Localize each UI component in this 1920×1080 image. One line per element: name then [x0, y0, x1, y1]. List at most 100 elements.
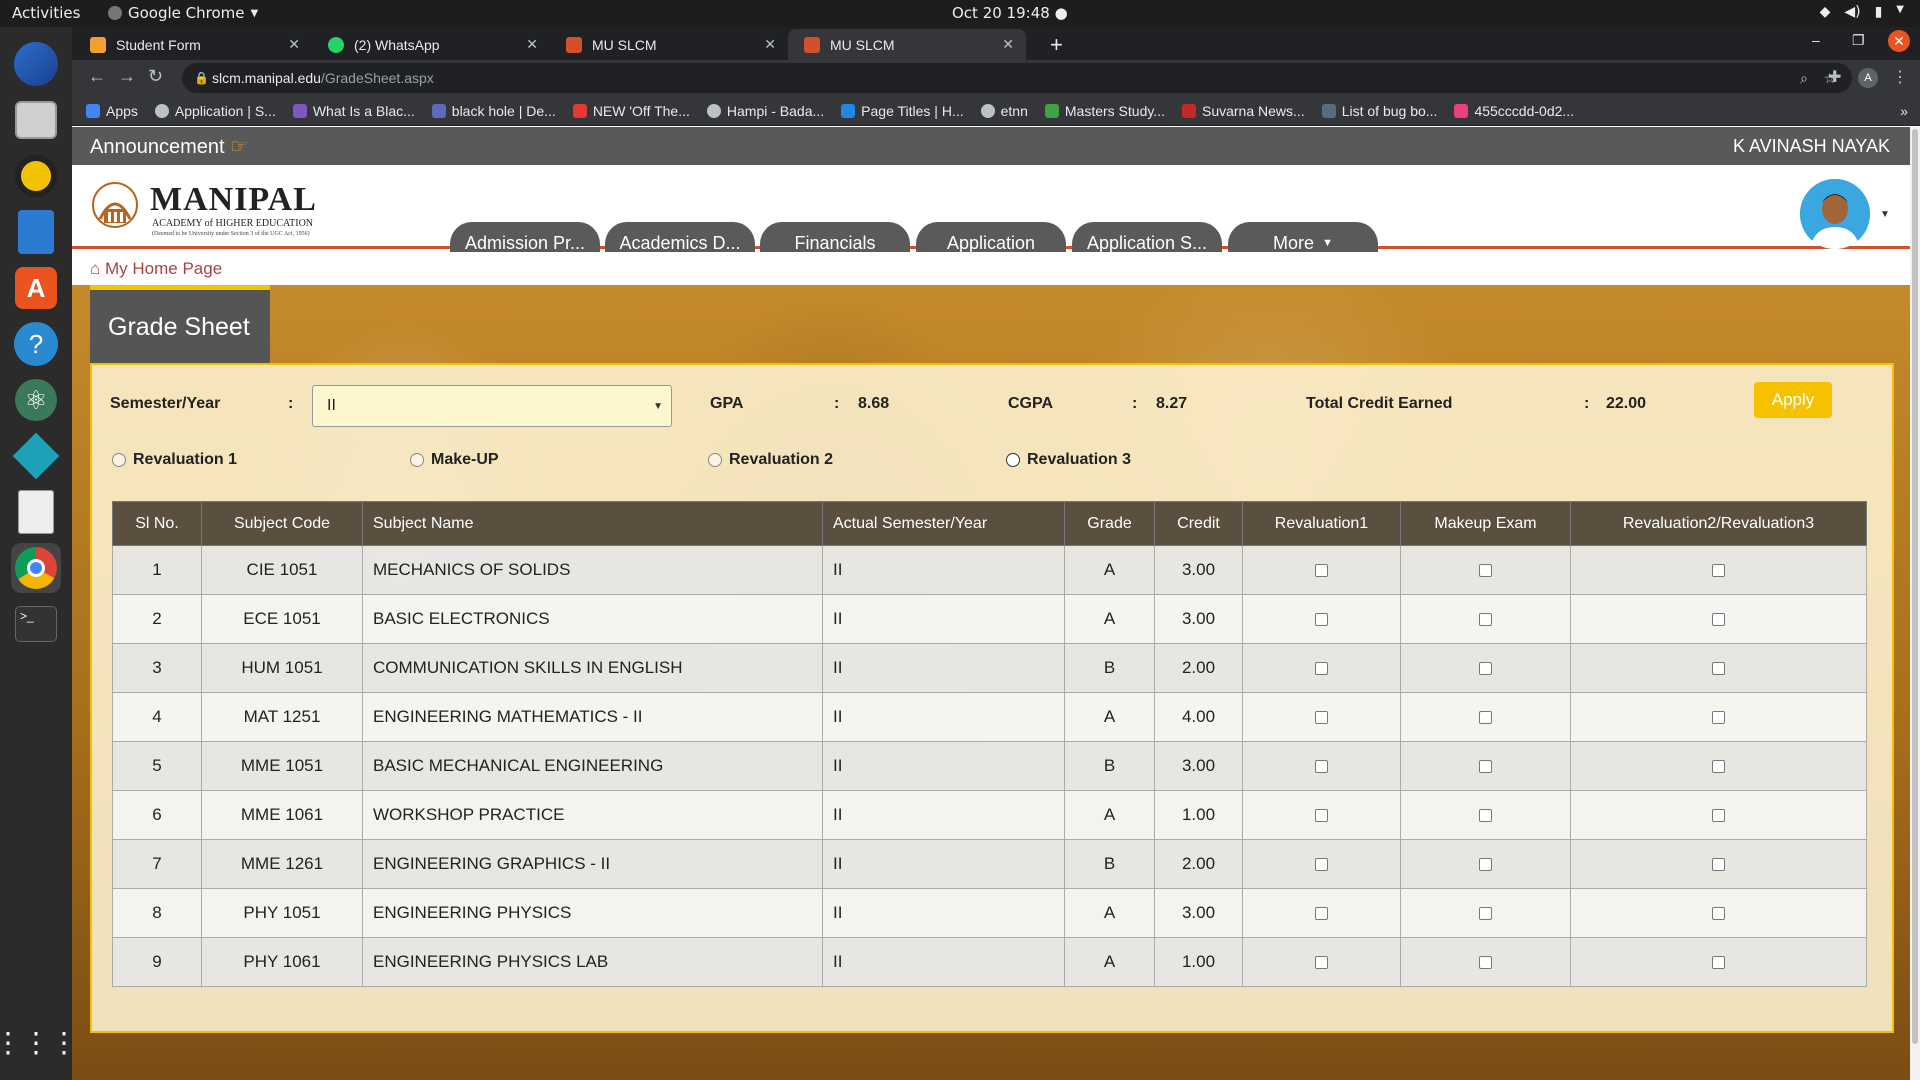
bookmark-item[interactable]: Suvarna News... — [1181, 103, 1305, 119]
revaluation1-checkbox[interactable] — [1315, 613, 1328, 627]
menu-dots-icon[interactable]: ⋮ — [1892, 67, 1908, 87]
activities-button[interactable]: Activities — [12, 4, 80, 22]
new-tab-icon[interactable]: + — [1050, 32, 1063, 58]
radio-revaluation-2[interactable]: Revaluation 2 — [708, 451, 833, 469]
close-window-icon[interactable]: ✕ — [1888, 30, 1910, 52]
bookmark-item[interactable]: Page Titles | H... — [841, 103, 964, 119]
revaluation1-checkbox[interactable] — [1315, 564, 1328, 578]
credit-cell: 2.00 — [1154, 643, 1243, 693]
bookmark-item[interactable]: black hole | De... — [431, 103, 556, 119]
page-title: Grade Sheet — [90, 285, 270, 363]
software-center-icon[interactable]: A — [11, 263, 61, 313]
terminal-icon[interactable]: >_ — [11, 599, 61, 649]
caret-down-icon[interactable]: ▼ — [1880, 209, 1890, 220]
browser-tab-mu-slcm[interactable]: MU SLCM ✕ — [550, 29, 788, 60]
rhythmbox-icon[interactable] — [11, 151, 61, 201]
revaluation1-checkbox[interactable] — [1315, 662, 1328, 676]
makeup-exam-checkbox[interactable] — [1479, 711, 1492, 725]
address-bar[interactable]: 🔒 slcm.manipal.edu/GradeSheet.aspx ⌕ ☆ — [182, 63, 1852, 93]
bookmark-apps[interactable]: Apps — [86, 103, 138, 119]
radio-make-up[interactable]: Make-UP — [410, 451, 499, 469]
column-header: Grade — [1064, 501, 1155, 546]
zoom-icon[interactable]: ⌕ — [1800, 63, 1808, 93]
close-tab-icon[interactable]: ✕ — [764, 36, 776, 53]
bookmark-item[interactable]: Hampi - Bada... — [706, 103, 824, 119]
makeup-exam-checkbox[interactable] — [1479, 613, 1492, 627]
reload-icon[interactable]: ↻ — [148, 66, 163, 87]
files-icon[interactable] — [11, 95, 61, 145]
bookmark-item[interactable]: 455cccdd-0d2... — [1454, 103, 1574, 119]
revaluation1-checkbox[interactable] — [1315, 711, 1328, 725]
makeup-exam-checkbox[interactable] — [1479, 809, 1492, 823]
bookmark-item[interactable]: NEW 'Off The... — [572, 103, 690, 119]
radio-revaluation-1[interactable]: Revaluation 1 — [112, 451, 237, 469]
bookmark-item[interactable]: Application | S... — [154, 103, 276, 119]
revaluation2-3-checkbox[interactable] — [1712, 564, 1725, 578]
revaluation2-3-checkbox[interactable] — [1712, 613, 1725, 627]
revaluation1-checkbox[interactable] — [1315, 809, 1328, 823]
semester-cell: II — [822, 643, 1065, 693]
forward-icon[interactable]: → — [118, 66, 136, 87]
announcement-link[interactable]: Announcement ☞ — [90, 134, 248, 159]
revaluation1-checkbox[interactable] — [1315, 760, 1328, 774]
system-tray[interactable]: ◆ ◀) ▮ ▼ — [1820, 4, 1904, 20]
atom-icon[interactable]: ⚛ — [11, 375, 61, 425]
app-menu[interactable]: Google Chrome ▼ — [108, 4, 258, 22]
close-tab-icon[interactable]: ✕ — [1002, 36, 1014, 53]
bookmarks-overflow-icon[interactable]: » — [1900, 103, 1908, 119]
makeup-exam-checkbox[interactable] — [1479, 956, 1492, 970]
table-row: 3 HUM 1051 COMMUNICATION SKILLS IN ENGLISH… — [112, 643, 1867, 693]
revaluation2-3-checkbox[interactable] — [1712, 809, 1725, 823]
makeup-exam-checkbox[interactable] — [1479, 564, 1492, 578]
revaluation2-3-checkbox[interactable] — [1712, 711, 1725, 725]
document-viewer-icon[interactable] — [11, 487, 61, 537]
makeup-exam-checkbox[interactable] — [1479, 858, 1492, 872]
scrollbar-thumb[interactable] — [1912, 129, 1918, 1044]
browser-tab-student-form[interactable]: Student Form ✕ — [74, 29, 312, 60]
makeup-exam-checkbox[interactable] — [1479, 907, 1492, 921]
browser-tab-mu-slcm-active[interactable]: MU SLCM ✕ — [788, 29, 1026, 60]
revaluation1-checkbox[interactable] — [1315, 858, 1328, 872]
clock[interactable]: Oct 20 19:48 ● — [952, 4, 1068, 22]
extensions-icon[interactable]: ✚ — [1828, 67, 1841, 87]
revaluation2-3-checkbox[interactable] — [1712, 760, 1725, 774]
manipal-logo[interactable]: MANIPAL ACADEMY of HIGHER EDUCATION (Dee… — [90, 179, 316, 241]
semester-select[interactable]: II ▼ — [312, 385, 672, 427]
radio-revaluation-3[interactable]: Revaluation 3 — [1006, 451, 1131, 469]
close-tab-icon[interactable]: ✕ — [526, 36, 538, 53]
semester-cell: II — [822, 692, 1065, 742]
chrome-icon[interactable] — [11, 543, 61, 593]
makeup-exam-checkbox[interactable] — [1479, 662, 1492, 676]
bookmark-item[interactable]: What Is a Blac... — [292, 103, 415, 119]
makeup-exam-checkbox[interactable] — [1479, 760, 1492, 774]
apps-grid-icon — [86, 103, 100, 118]
semester-cell: II — [822, 839, 1065, 889]
bookmark-item[interactable]: etnn — [980, 103, 1028, 119]
apply-button[interactable]: Apply — [1754, 382, 1832, 418]
thunderbird-icon[interactable] — [11, 39, 61, 89]
help-icon[interactable]: ? — [11, 319, 61, 369]
cube-app-icon[interactable] — [11, 431, 61, 481]
page-scrollbar[interactable] — [1910, 127, 1920, 1080]
browser-tab-whatsapp[interactable]: (2) WhatsApp ✕ — [312, 29, 550, 60]
avatar[interactable] — [1800, 179, 1870, 249]
minimize-icon[interactable]: – — [1812, 32, 1820, 48]
semester-cell: II — [822, 888, 1065, 938]
bookmark-item[interactable]: Masters Study... — [1044, 103, 1165, 119]
bookmark-item[interactable]: List of bug bo... — [1321, 103, 1437, 119]
revaluation2-3-checkbox[interactable] — [1712, 907, 1725, 921]
revaluation1-checkbox[interactable] — [1315, 907, 1328, 921]
restore-icon[interactable]: ❐ — [1852, 32, 1865, 49]
home-link[interactable]: ⌂ My Home Page — [90, 259, 222, 279]
revaluation1-checkbox[interactable] — [1315, 956, 1328, 970]
grade-cell: B — [1064, 839, 1155, 889]
grade-table: Sl No. Subject Code Subject Name Actual … — [112, 501, 1867, 987]
back-icon[interactable]: ← — [88, 66, 106, 87]
revaluation2-3-checkbox[interactable] — [1712, 662, 1725, 676]
show-applications-icon[interactable]: ⋮⋮⋮ — [0, 1017, 78, 1067]
writer-icon[interactable] — [11, 207, 61, 257]
revaluation2-3-checkbox[interactable] — [1712, 858, 1725, 872]
revaluation2-3-checkbox[interactable] — [1712, 956, 1725, 970]
close-tab-icon[interactable]: ✕ — [288, 36, 300, 53]
profile-icon[interactable]: A — [1858, 68, 1878, 88]
